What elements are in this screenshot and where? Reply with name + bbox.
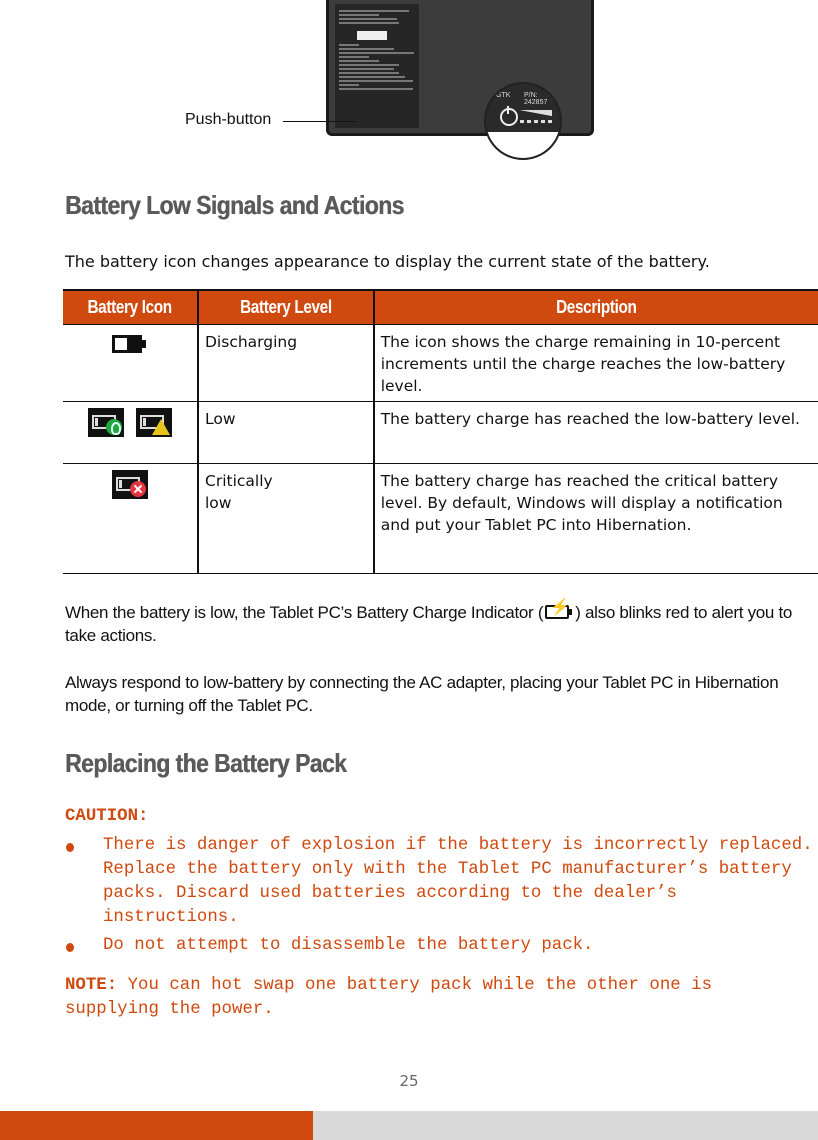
respond-paragraph: Always respond to low-battery by connect… [65,673,779,715]
note-label: NOTE: [65,976,118,995]
caution-label: CAUTION: [65,807,149,826]
section-heading-replacing-battery: Replacing the Battery Pack [65,748,347,778]
table-header-row: Battery Icon Battery Level Description [63,289,818,324]
battery-level-ramp-icon [520,110,552,116]
table-row: Discharging The icon shows the charge re… [63,323,818,401]
level-cell: Low [198,400,375,463]
page-number: 25 [399,1072,419,1090]
description-cell: The icon shows the charge remaining in 1… [373,323,818,401]
magnified-button-area: GTK P/N: 242857 [484,82,562,160]
bullet-icon [66,943,74,952]
caution-list: There is danger of explosion if the batt… [65,834,815,962]
battery-critical-icon [112,469,148,499]
header-battery-level: Battery Level [198,289,375,324]
gtk-mark: GTK [496,92,511,99]
footer-bar [0,1111,818,1140]
icon-cell [63,323,199,401]
note-paragraph: NOTE: You can hot swap one battery pack … [65,974,815,1022]
battery-label-panel [335,4,419,128]
battery-charge-indicator-icon: ⚡ [545,600,573,620]
battery-pack-image: GTK P/N: 242857 [326,0,594,160]
note-text: You can hot swap one battery pack while … [65,976,713,1019]
caution-item: Do not attempt to disassemble the batter… [65,934,815,958]
battery-discharging-icon [112,333,148,355]
section-heading-battery-low: Battery Low Signals and Actions [65,190,404,220]
level-cell: Discharging [198,323,375,401]
intro-paragraph: The battery icon changes appearance to d… [65,252,710,271]
indicator-text-before: When the battery is low, the Tablet PC’s… [65,603,544,622]
callout-line [283,121,355,122]
footer-accent-block [0,1111,313,1140]
push-button-callout: Push-button [185,111,272,128]
battery-signals-table: Battery Icon Battery Level Description D… [63,289,818,574]
power-icon [500,106,518,126]
description-cell: The battery charge has reached the low-b… [373,400,818,463]
header-battery-icon: Battery Icon [63,289,199,324]
lot-number-box [357,31,387,40]
level-cell: Critically low [198,462,375,574]
part-number: P/N: 242857 [524,92,548,106]
indicator-paragraph: When the battery is low, the Tablet PC’s… [65,600,815,647]
battery-low-warning-icon [136,407,172,437]
battery-figure: GTK P/N: 242857 Push-button [185,0,595,160]
table-row: Critically low The battery charge has re… [63,462,818,574]
table-row: Low The battery charge has reached the l… [63,400,818,463]
icon-cell [63,462,199,574]
icon-cell [63,400,199,463]
caution-item: There is danger of explosion if the batt… [65,834,815,930]
description-cell: The battery charge has reached the criti… [373,462,818,574]
header-description: Description [373,289,818,324]
battery-level-leds [520,120,552,123]
bullet-icon [66,843,74,852]
battery-low-green-icon [88,407,124,437]
